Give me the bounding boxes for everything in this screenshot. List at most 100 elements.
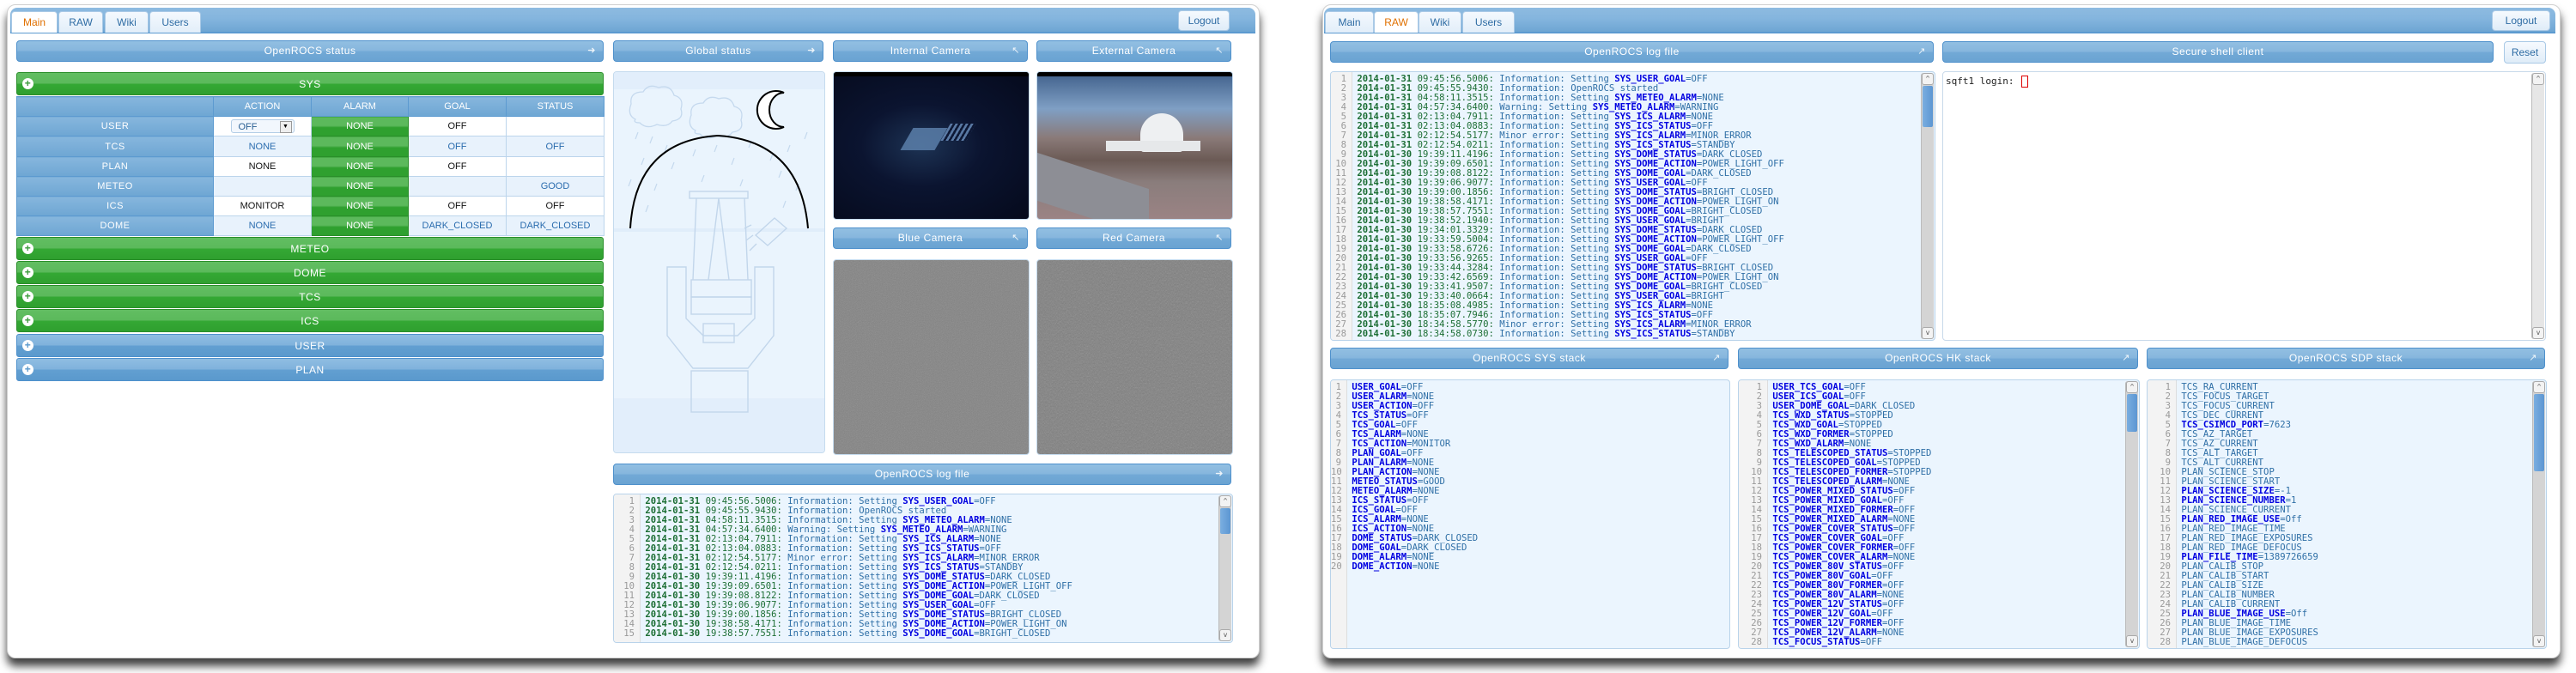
log-line: 7 2014-01-31 02:12:54.5177: Minor error:… [1331, 131, 1921, 141]
log-line: 1 2014-01-31 09:45:56.5006: Information:… [614, 497, 1218, 506]
separator: : Setting [1537, 103, 1593, 112]
scrollbar[interactable]: ^ v [1218, 495, 1231, 641]
stack-entry: 12 PLAN_SCIENCE_SIZE=-1 [2148, 487, 2532, 496]
log-time: 04:57:34.6400 [705, 525, 777, 535]
stack-entry: 3 USER_DOME_GOAL=DARK_CLOSED [1739, 402, 2125, 411]
section-user[interactable]: + USER [16, 334, 604, 357]
external-camera-image[interactable] [1036, 71, 1233, 220]
raw-log-viewer[interactable]: 1 2014-01-31 09:45:56.5006: Information:… [1330, 71, 1935, 341]
reset-button[interactable]: Reset [2504, 41, 2546, 64]
section-dome[interactable]: + DOME [16, 261, 604, 284]
stack-value: STOPPED [1893, 468, 1932, 477]
scrollbar[interactable]: ^ v [2531, 73, 2544, 339]
arrow-right-icon[interactable]: ➜ [1215, 464, 1224, 484]
sys-stack-header[interactable]: OpenROCS SYS stack ↗ [1330, 348, 1728, 369]
separator: : Setting [848, 610, 903, 620]
line-number: 7 [2165, 440, 2171, 449]
line-number: 3 [629, 516, 635, 525]
line-number: 24 [1751, 600, 1762, 609]
log-line: 3 2014-01-31 04:58:11.3515: Information:… [614, 516, 1218, 525]
expand-icon[interactable]: ↖ [1215, 41, 1224, 61]
log-value: BRIGHT_CLOSED [1691, 207, 1763, 216]
status-panel-header[interactable]: OpenROCS status ➜ [16, 40, 604, 62]
section-ics[interactable]: + ICS [16, 309, 604, 332]
tab-users[interactable]: Users [149, 11, 201, 33]
sdp-stack-header[interactable]: OpenROCS SDP stack ↗ [2147, 348, 2545, 369]
scrollbar[interactable]: ^ v [2125, 381, 2138, 647]
expand-icon[interactable]: ↗ [1917, 42, 1926, 62]
log-level: Information [787, 544, 848, 554]
expand-icon[interactable]: ↗ [2122, 349, 2130, 368]
shell-header[interactable]: Secure shell client [1942, 41, 2494, 63]
tab-wiki[interactable]: Wiki [105, 11, 149, 33]
logout-button[interactable]: Logout [1178, 10, 1230, 31]
action-select[interactable]: OFF ▼ [230, 119, 295, 133]
expand-icon[interactable]: ↖ [1215, 228, 1224, 248]
arrow-right-icon[interactable]: ➜ [807, 41, 816, 61]
separator: : Setting [848, 516, 903, 525]
tab-wiki[interactable]: Wiki [1419, 11, 1461, 33]
blue-camera-header[interactable]: Blue Camera ↖ [833, 227, 1028, 249]
hk-stack-header[interactable]: OpenROCS HK stack ↗ [1738, 348, 2138, 369]
sdp-stack-viewer[interactable]: 1 TCS_RA_CURRENT 2 TCS_FOCUS_TARGET 3 TCS_… [2147, 379, 2547, 649]
log-time: 18:35:07.7946 [1417, 311, 1489, 320]
log-time: 19:38:58.4171 [1417, 197, 1489, 207]
stack-key: TCS_WXD_ALARM [1772, 440, 1844, 449]
main-log-viewer[interactable]: 1 2014-01-31 09:45:56.5006: Information:… [613, 494, 1233, 643]
hk-stack-viewer[interactable]: 1 USER_TCS_GOAL=OFF 2 USER_ICS_GOAL=OFF 3 … [1738, 379, 2140, 649]
section-plan[interactable]: + PLAN [16, 358, 604, 381]
arrow-right-icon[interactable]: ➜ [587, 41, 596, 61]
separator: : Setting [848, 554, 903, 563]
stack-entry: 2 TCS_FOCUS_TARGET [2148, 392, 2532, 402]
raw-log-header[interactable]: OpenROCS log file ↗ [1330, 41, 1934, 63]
line-number: 9 [2165, 458, 2171, 468]
separator: : [776, 535, 788, 544]
stack-title: OpenROCS SYS stack [1473, 352, 1586, 364]
external-camera-header[interactable]: External Camera ↖ [1036, 40, 1231, 62]
internal-camera-image[interactable] [833, 71, 1030, 220]
chevron-down-icon[interactable]: ▼ [279, 121, 292, 133]
expand-icon[interactable]: ↗ [2529, 349, 2537, 368]
line-number: 28 [1335, 330, 1346, 339]
section-sys[interactable]: + SYS [16, 72, 604, 95]
tab-main[interactable]: Main [11, 11, 58, 33]
stack-key: PLAN_BLUE_IMAGE_DEFOCUS [2181, 638, 2308, 647]
scrollbar[interactable]: ^ v [1921, 73, 1934, 339]
log-line: 24 2014-01-30 19:33:40.0664: Information… [1331, 292, 1921, 301]
log-date: 2014-01-30 [645, 582, 701, 591]
stack-key: DOME_ACTION [1352, 562, 1413, 572]
tab-main[interactable]: Main [1325, 11, 1374, 33]
section-meteo[interactable]: + METEO [16, 237, 604, 260]
internal-camera-header[interactable]: Internal Camera ↖ [833, 40, 1028, 62]
table-row: ICS MONITOR NONE OFF OFF [16, 196, 605, 216]
tab-raw[interactable]: RAW [58, 11, 103, 33]
stack-title: OpenROCS HK stack [1885, 352, 1991, 364]
ssh-terminal[interactable]: sqft1 login: ^ v [1942, 71, 2546, 341]
stack-entry: 6 TCS_ALARM=NONE [1331, 430, 1716, 440]
log-time: 18:34:58.0730 [1417, 330, 1489, 339]
tab-raw[interactable]: RAW [1374, 11, 1419, 33]
stack-entry: 17 DOME_STATUS=DARK_CLOSED [1331, 534, 1716, 543]
expand-icon[interactable]: ↖ [1012, 41, 1020, 61]
goal-cell: OFF [408, 116, 507, 136]
expand-icon[interactable]: ↗ [1712, 349, 1721, 368]
line-number: 11 [1751, 477, 1762, 487]
expand-icon[interactable]: ↖ [1012, 228, 1020, 248]
separator: : Setting [848, 629, 903, 639]
sys-stack-viewer[interactable]: 1 USER_GOAL=OFF 2 USER_ALARM=NONE 3 USER_A… [1330, 379, 1730, 649]
separator: : [1488, 226, 1500, 235]
separator: : [1488, 179, 1500, 188]
separator: : Setting [848, 591, 903, 601]
global-status-header[interactable]: Global status ➜ [613, 40, 823, 62]
logout-button[interactable]: Logout [2492, 10, 2550, 31]
tab-users[interactable]: Users [1462, 11, 1515, 33]
red-camera-image[interactable] [1036, 259, 1233, 455]
main-log-header[interactable]: OpenROCS log file ➜ [613, 464, 1231, 485]
stack-key: TCS_AZ_TARGET [2181, 430, 2253, 440]
log-key: SYS_DOME_ACTION [902, 620, 985, 629]
blue-camera-image[interactable] [833, 259, 1030, 455]
scrollbar[interactable]: ^ v [2532, 381, 2545, 647]
section-tcs[interactable]: + TCS [16, 285, 604, 308]
log-level: Information [1499, 235, 1560, 245]
red-camera-header[interactable]: Red Camera ↖ [1036, 227, 1231, 249]
